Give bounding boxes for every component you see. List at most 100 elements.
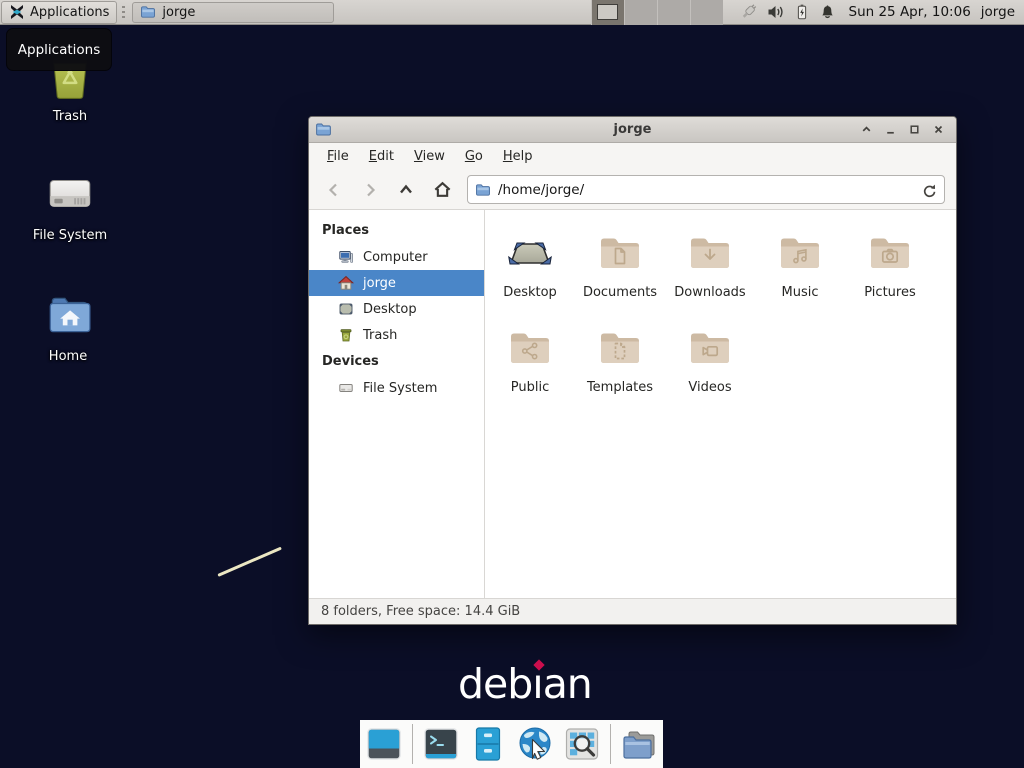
taskbar-window-label: jorge [162, 5, 195, 20]
shade-button[interactable] [856, 120, 877, 140]
workspace-1[interactable] [591, 0, 624, 25]
desktop-icon [338, 301, 354, 317]
sidebar-item-file-system[interactable]: File System [309, 375, 484, 401]
public-folder-icon [506, 323, 554, 373]
sidebar-item-label: Trash [363, 328, 397, 343]
dock-folder-icon[interactable] [620, 725, 658, 763]
trash-icon [338, 327, 354, 343]
toolbar: /home/jorge/ [309, 170, 956, 210]
sidebar-item-trash[interactable]: Trash [309, 322, 484, 348]
sidebar-header-places: Places [309, 217, 484, 244]
maximize-button[interactable] [904, 120, 925, 140]
menu-go[interactable]: Go [455, 145, 493, 168]
menu-file[interactable]: File [317, 145, 359, 168]
file-cabinet-icon[interactable] [469, 725, 507, 763]
desktop-icon-file-system[interactable]: File System [18, 169, 122, 243]
folder-icon [140, 4, 156, 20]
back-button[interactable] [317, 176, 351, 204]
desktop-special-icon [506, 228, 554, 278]
workspace-2[interactable] [624, 0, 657, 25]
applications-tooltip: Applications [6, 28, 112, 71]
documents-folder-icon [596, 228, 644, 278]
home-icon [338, 275, 354, 291]
sidebar-item-desktop[interactable]: Desktop [309, 296, 484, 322]
panel-clock[interactable]: Sun 25 Apr, 10:06 [841, 4, 981, 20]
menubar: File Edit View Go Help [309, 143, 956, 170]
home-folder-icon [43, 290, 93, 340]
file-pane[interactable]: Desktop Documents [485, 210, 956, 598]
desktop-icon-label: Trash [53, 109, 87, 124]
folder-item-pictures[interactable]: Pictures [845, 219, 935, 314]
folder-label: Public [511, 380, 549, 395]
system-tray [737, 2, 837, 23]
file-manager-window: jorge File Edit View Go Help [308, 116, 957, 625]
folder-label: Documents [583, 285, 657, 300]
sidebar-item-computer[interactable]: Computer [309, 244, 484, 270]
panel-username[interactable]: jorge [981, 4, 1024, 20]
pictures-folder-icon [866, 228, 914, 278]
folder-item-music[interactable]: Music [755, 219, 845, 314]
application-finder-icon[interactable] [563, 725, 601, 763]
up-button[interactable] [389, 176, 423, 204]
applications-icon [9, 4, 25, 20]
desktop-icon-home[interactable]: Home [16, 290, 120, 364]
menu-help[interactable]: Help [493, 145, 543, 168]
sidebar-item-label: Computer [363, 250, 428, 265]
drive-icon [338, 380, 354, 396]
sidebar-item-label: jorge [363, 276, 396, 291]
sidebar-item-jorge[interactable]: jorge [309, 270, 484, 296]
workspace-3[interactable] [657, 0, 690, 25]
sidebar-header-devices: Devices [309, 348, 484, 375]
forward-button[interactable] [353, 176, 387, 204]
applications-menu-button[interactable]: Applications [1, 1, 117, 24]
folder-item-public[interactable]: Public [485, 314, 575, 409]
path-bar[interactable]: /home/jorge/ [467, 175, 945, 204]
folder-label: Downloads [674, 285, 745, 300]
web-browser-icon[interactable] [516, 725, 554, 763]
folder-label: Videos [688, 380, 731, 395]
folder-item-documents[interactable]: Documents [575, 219, 665, 314]
applications-label: Applications [30, 5, 109, 20]
volume-icon[interactable] [766, 2, 786, 22]
dock-separator [412, 724, 413, 764]
menu-view[interactable]: View [404, 145, 455, 168]
dock-separator [610, 724, 611, 764]
folder-item-downloads[interactable]: Downloads [665, 219, 755, 314]
desktop[interactable]: Applications jorge [0, 0, 1024, 768]
downloads-folder-icon [686, 228, 734, 278]
path-input[interactable]: /home/jorge/ [498, 182, 914, 198]
music-folder-icon [776, 228, 824, 278]
sidebar-item-label: Desktop [363, 302, 417, 317]
sidebar: Places Computer [309, 210, 485, 598]
debian-logo: debıan [458, 660, 592, 708]
close-button[interactable] [928, 120, 949, 140]
notifications-bell-icon[interactable] [818, 2, 837, 22]
window-titlebar[interactable]: jorge [309, 117, 956, 143]
path-folder-icon [475, 182, 491, 198]
menu-edit[interactable]: Edit [359, 145, 404, 168]
folder-label: Pictures [864, 285, 915, 300]
desktop-icon-label: File System [33, 228, 107, 243]
folder-item-templates[interactable]: Templates [575, 314, 665, 409]
reload-icon[interactable] [921, 182, 937, 198]
home-button[interactable] [425, 176, 459, 204]
minimize-button[interactable] [880, 120, 901, 140]
folder-label: Desktop [503, 285, 557, 300]
taskbar-window-button[interactable]: jorge [132, 2, 334, 23]
workspace-4[interactable] [690, 0, 723, 25]
top-panel: Applications jorge [0, 0, 1024, 25]
panel-handle[interactable] [120, 6, 127, 19]
power-plug-icon[interactable] [737, 2, 759, 23]
folder-item-videos[interactable]: Videos [665, 314, 755, 409]
folder-grid: Desktop Documents [485, 210, 956, 409]
battery-charging-icon[interactable] [793, 2, 811, 22]
bottom-dock [360, 720, 663, 768]
tooltip-text: Applications [18, 42, 100, 58]
workspace-switcher [591, 0, 723, 25]
terminal-icon[interactable] [422, 725, 460, 763]
folder-item-desktop[interactable]: Desktop [485, 219, 575, 314]
folder-label: Music [782, 285, 819, 300]
templates-folder-icon [596, 323, 644, 373]
sidebar-item-label: File System [363, 381, 437, 396]
show-desktop-icon[interactable] [365, 725, 403, 763]
